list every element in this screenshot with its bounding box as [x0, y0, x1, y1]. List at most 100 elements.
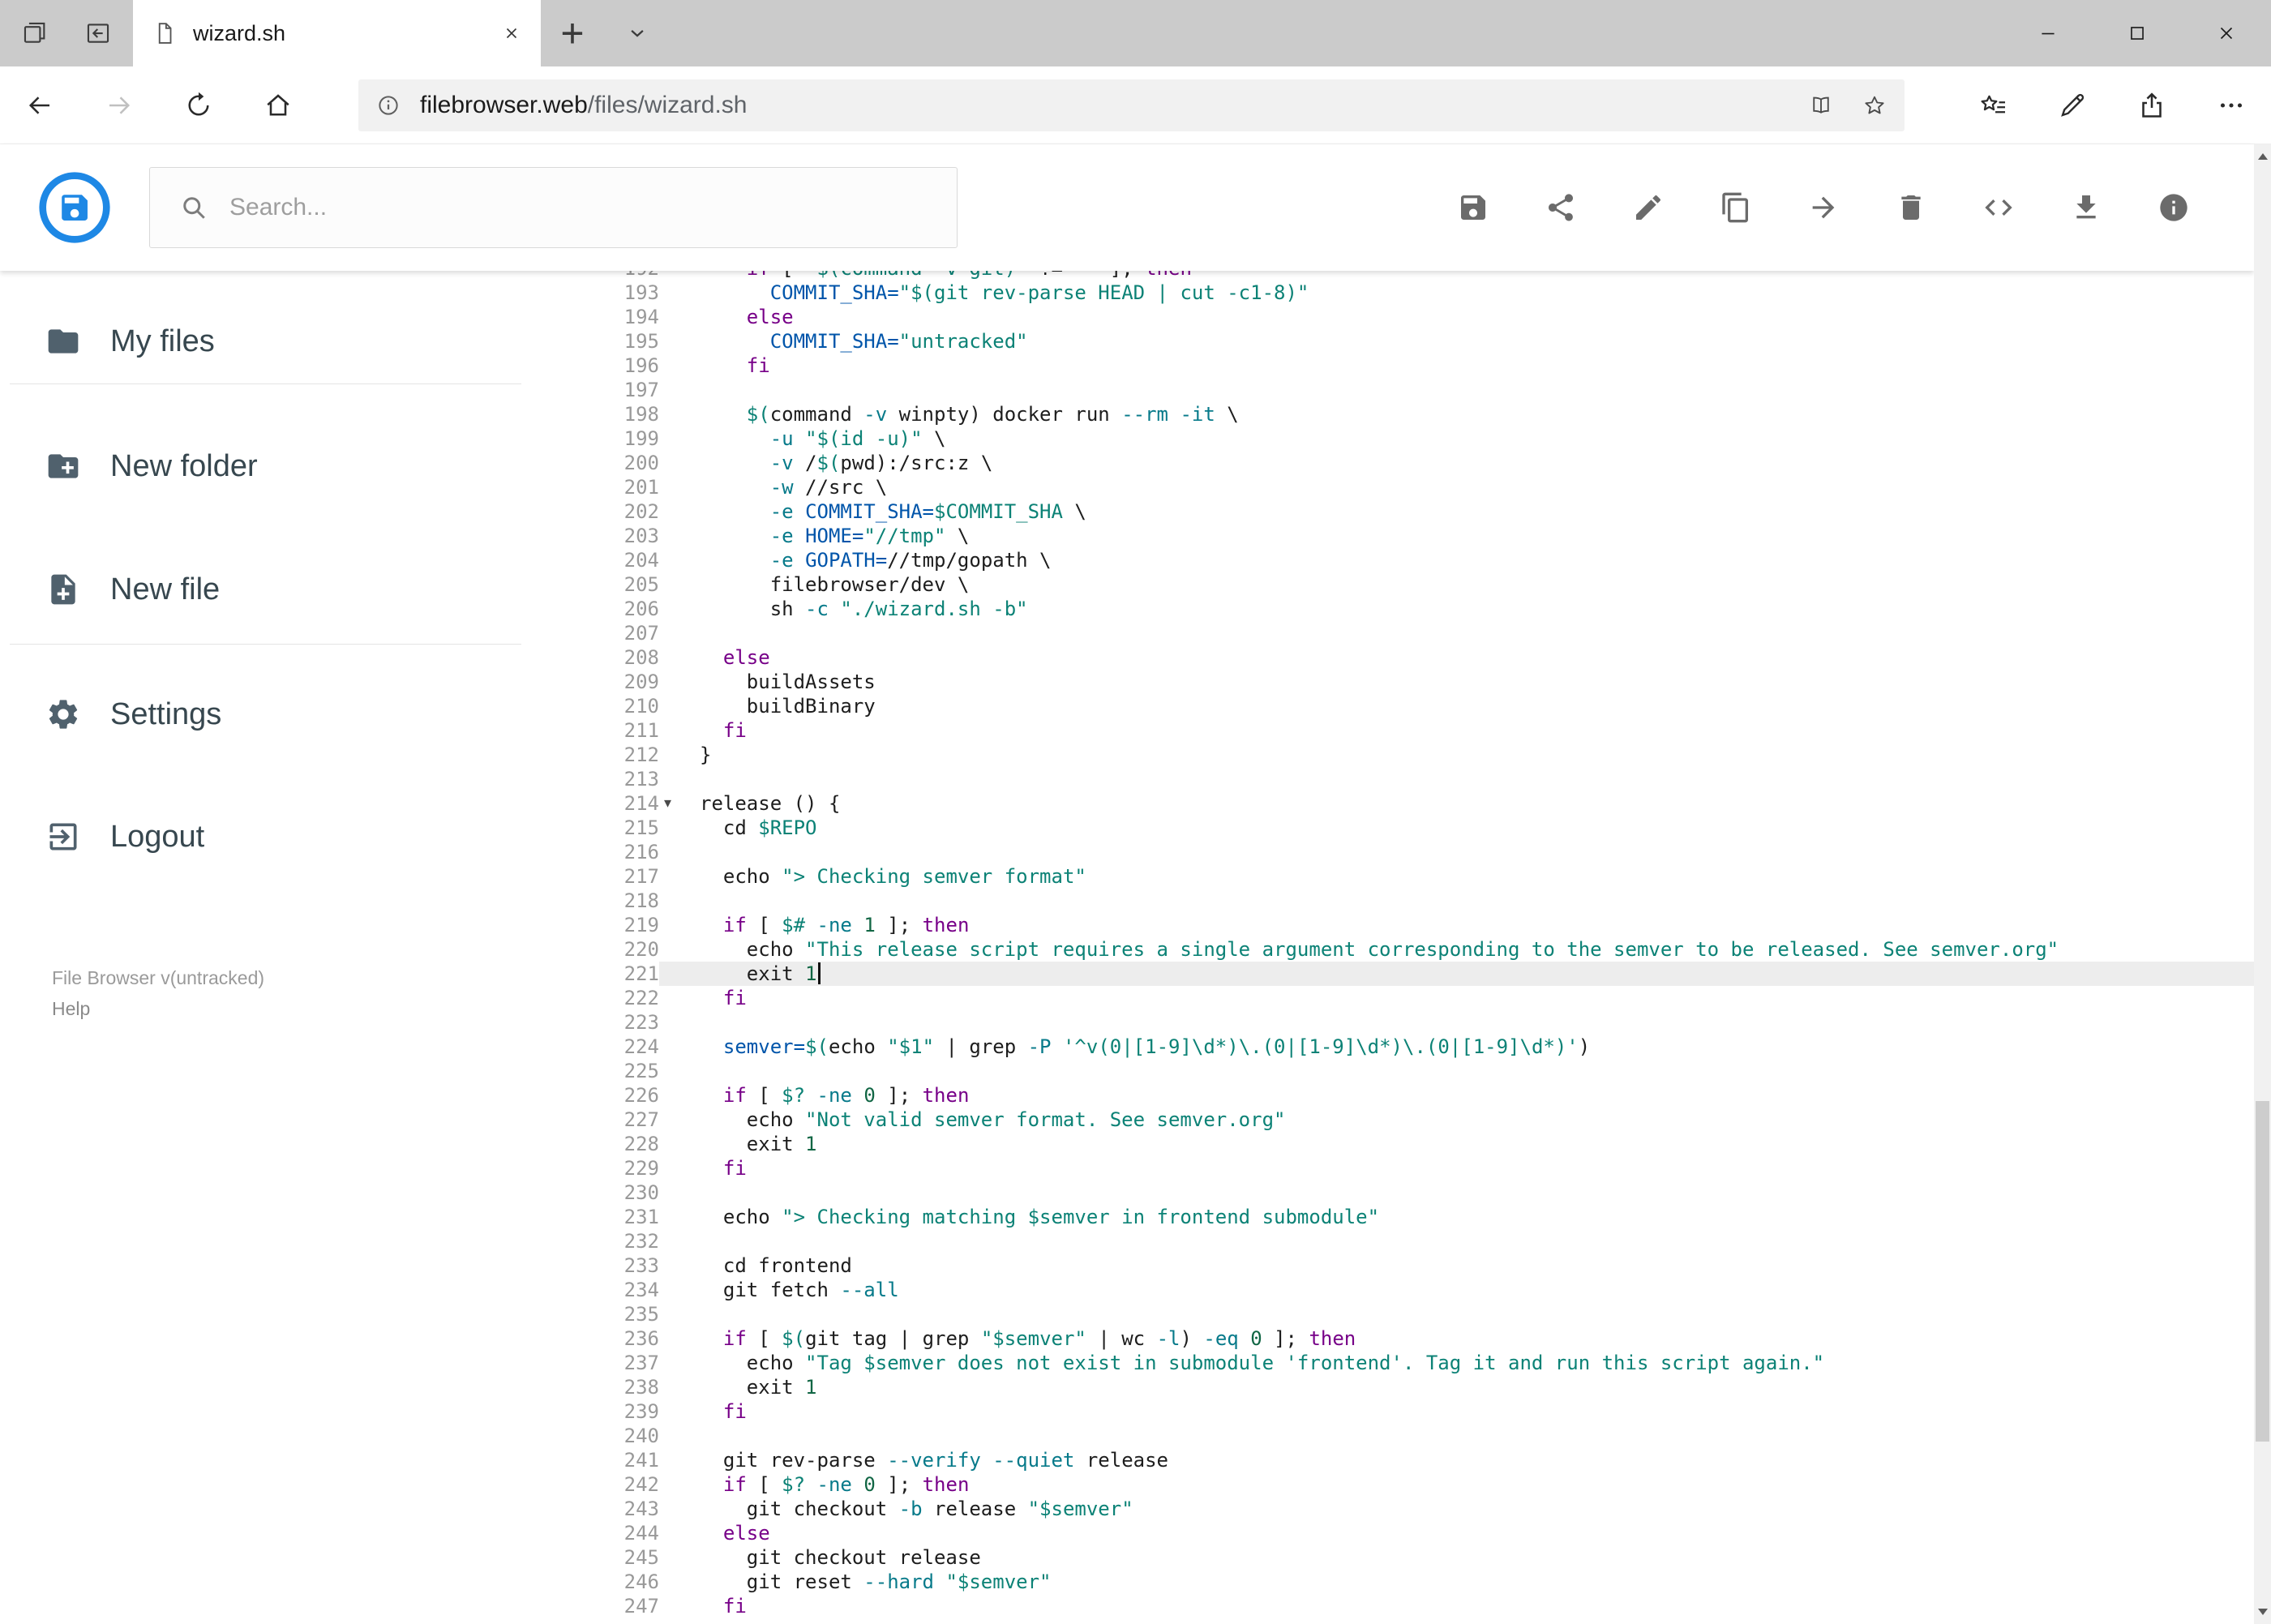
- code-line-198[interactable]: 198 $(command -v winpty) docker run --rm…: [523, 402, 2254, 426]
- maximize-button[interactable]: [2093, 0, 2182, 66]
- filebrowser-logo[interactable]: [37, 170, 112, 245]
- tab-preview-chevron-icon[interactable]: [608, 0, 666, 66]
- code-line-204[interactable]: 204 -e GOPATH=//tmp/gopath \: [523, 548, 2254, 572]
- code-line-228[interactable]: 228 exit 1: [523, 1132, 2254, 1156]
- code-line-223[interactable]: 223: [523, 1010, 2254, 1035]
- web-note-icon[interactable]: [2033, 66, 2112, 144]
- rename-button[interactable]: [1605, 144, 1692, 271]
- home-button[interactable]: [238, 66, 318, 144]
- code-line-229[interactable]: 229 fi: [523, 1156, 2254, 1181]
- code-editor[interactable]: 192 if [ "$(command -v git)" != "" ]; th…: [523, 271, 2254, 1624]
- code-line-244[interactable]: 244 else: [523, 1521, 2254, 1545]
- sidebar-item-settings[interactable]: Settings: [0, 675, 523, 753]
- copy-button[interactable]: [1692, 144, 1780, 271]
- code-line-209[interactable]: 209 buildAssets: [523, 670, 2254, 694]
- code-line-225[interactable]: 225: [523, 1059, 2254, 1083]
- reading-view-icon[interactable]: [1809, 93, 1833, 118]
- code-line-192[interactable]: 192 if [ "$(command -v git)" != "" ]; th…: [523, 271, 2254, 281]
- search-box[interactable]: [149, 167, 958, 248]
- code-line-236[interactable]: 236 if [ $(git tag | grep "$semver" | wc…: [523, 1326, 2254, 1351]
- scroll-down-arrow-icon[interactable]: [2254, 1600, 2271, 1624]
- code-line-203[interactable]: 203 -e HOME="//tmp" \: [523, 524, 2254, 548]
- code-line-218[interactable]: 218: [523, 889, 2254, 913]
- code-line-213[interactable]: 213: [523, 767, 2254, 791]
- code-line-227[interactable]: 227 echo "Not valid semver format. See s…: [523, 1108, 2254, 1132]
- close-window-button[interactable]: [2182, 0, 2271, 66]
- code-line-197[interactable]: 197: [523, 378, 2254, 402]
- info-button[interactable]: [2130, 144, 2217, 271]
- browser-tab[interactable]: wizard.sh: [133, 0, 541, 66]
- code-line-240[interactable]: 240: [523, 1424, 2254, 1448]
- code-line-215[interactable]: 215 cd $REPO: [523, 816, 2254, 840]
- code-line-233[interactable]: 233 cd frontend: [523, 1253, 2254, 1278]
- share-button[interactable]: [1517, 144, 1605, 271]
- tabs-you-set-aside-icon[interactable]: [21, 19, 49, 47]
- delete-button[interactable]: [1867, 144, 1955, 271]
- code-line-238[interactable]: 238 exit 1: [523, 1375, 2254, 1399]
- code-line-245[interactable]: 245 git checkout release: [523, 1545, 2254, 1570]
- code-line-246[interactable]: 246 git reset --hard "$semver": [523, 1570, 2254, 1594]
- favorite-star-icon[interactable]: [1862, 93, 1887, 118]
- code-line-206[interactable]: 206 sh -c "./wizard.sh -b": [523, 597, 2254, 621]
- code-line-226[interactable]: 226 if [ $? -ne 0 ]; then: [523, 1083, 2254, 1108]
- code-line-247[interactable]: 247 fi: [523, 1594, 2254, 1618]
- code-line-241[interactable]: 241 git rev-parse --verify --quiet relea…: [523, 1448, 2254, 1472]
- code-line-202[interactable]: 202 -e COMMIT_SHA=$COMMIT_SHA \: [523, 499, 2254, 524]
- tab-close-icon[interactable]: [502, 24, 521, 43]
- fold-arrow-icon[interactable]: ▾: [664, 791, 671, 816]
- code-line-235[interactable]: 235: [523, 1302, 2254, 1326]
- page-scrollbar[interactable]: [2254, 144, 2271, 1624]
- code-line-201[interactable]: 201 -w //src \: [523, 475, 2254, 499]
- code-line-195[interactable]: 195 COMMIT_SHA="untracked": [523, 329, 2254, 354]
- code-line-193[interactable]: 193 COMMIT_SHA="$(git rev-parse HEAD | c…: [523, 281, 2254, 305]
- code-line-219[interactable]: 219 if [ $# -ne 1 ]; then: [523, 913, 2254, 937]
- code-line-221[interactable]: 221 exit 1: [523, 962, 2254, 986]
- save-button[interactable]: [1429, 144, 1517, 271]
- code-line-217[interactable]: 217 echo "> Checking semver format": [523, 864, 2254, 889]
- address-bar[interactable]: filebrowser.web/files/wizard.sh: [358, 79, 1905, 131]
- move-button[interactable]: [1780, 144, 1867, 271]
- new-tab-button[interactable]: +: [543, 0, 602, 66]
- code-line-232[interactable]: 232: [523, 1229, 2254, 1253]
- download-button[interactable]: [2042, 144, 2130, 271]
- code-line-234[interactable]: 234 git fetch --all: [523, 1278, 2254, 1302]
- hub-favorites-icon[interactable]: [1953, 66, 2033, 144]
- help-link[interactable]: Help: [52, 998, 90, 1020]
- code-line-207[interactable]: 207: [523, 621, 2254, 645]
- sidebar-item-new-file[interactable]: New file: [0, 551, 523, 628]
- code-view-button[interactable]: [1955, 144, 2042, 271]
- more-options-icon[interactable]: [2192, 66, 2271, 144]
- code-line-216[interactable]: 216: [523, 840, 2254, 864]
- code-line-214[interactable]: 214 ▾ release () {: [523, 791, 2254, 816]
- code-line-208[interactable]: 208 else: [523, 645, 2254, 670]
- code-line-199[interactable]: 199 -u "$(id -u)" \: [523, 426, 2254, 451]
- code-line-194[interactable]: 194 else: [523, 305, 2254, 329]
- sidebar-item-my-files[interactable]: My files: [0, 302, 523, 380]
- code-line-224[interactable]: 224 semver=$(echo "$1" | grep -P '^v(0|[…: [523, 1035, 2254, 1059]
- code-line-231[interactable]: 231 echo "> Checking matching $semver in…: [523, 1205, 2254, 1229]
- code-line-196[interactable]: 196 fi: [523, 354, 2254, 378]
- site-info-icon[interactable]: [376, 93, 401, 118]
- set-tabs-aside-icon[interactable]: [84, 19, 112, 47]
- sidebar-item-logout[interactable]: Logout: [0, 798, 523, 876]
- scrollbar-thumb[interactable]: [2256, 1101, 2269, 1442]
- back-button[interactable]: [0, 66, 79, 144]
- code-line-243[interactable]: 243 git checkout -b release "$semver": [523, 1497, 2254, 1521]
- code-line-211[interactable]: 211 fi: [523, 718, 2254, 743]
- code-line-230[interactable]: 230: [523, 1181, 2254, 1205]
- code-line-239[interactable]: 239 fi: [523, 1399, 2254, 1424]
- minimize-button[interactable]: [2003, 0, 2093, 66]
- code-line-222[interactable]: 222 fi: [523, 986, 2254, 1010]
- code-line-237[interactable]: 237 echo "Tag $semver does not exist in …: [523, 1351, 2254, 1375]
- sidebar-item-new-folder[interactable]: New folder: [0, 427, 523, 505]
- forward-button[interactable]: [79, 66, 159, 144]
- code-line-210[interactable]: 210 buildBinary: [523, 694, 2254, 718]
- scroll-up-arrow-icon[interactable]: [2254, 144, 2271, 169]
- refresh-button[interactable]: [159, 66, 238, 144]
- code-line-205[interactable]: 205 filebrowser/dev \: [523, 572, 2254, 597]
- code-line-242[interactable]: 242 if [ $? -ne 0 ]; then: [523, 1472, 2254, 1497]
- code-line-220[interactable]: 220 echo "This release script requires a…: [523, 937, 2254, 962]
- code-line-212[interactable]: 212}: [523, 743, 2254, 767]
- share-icon[interactable]: [2112, 66, 2192, 144]
- search-input[interactable]: [229, 194, 928, 221]
